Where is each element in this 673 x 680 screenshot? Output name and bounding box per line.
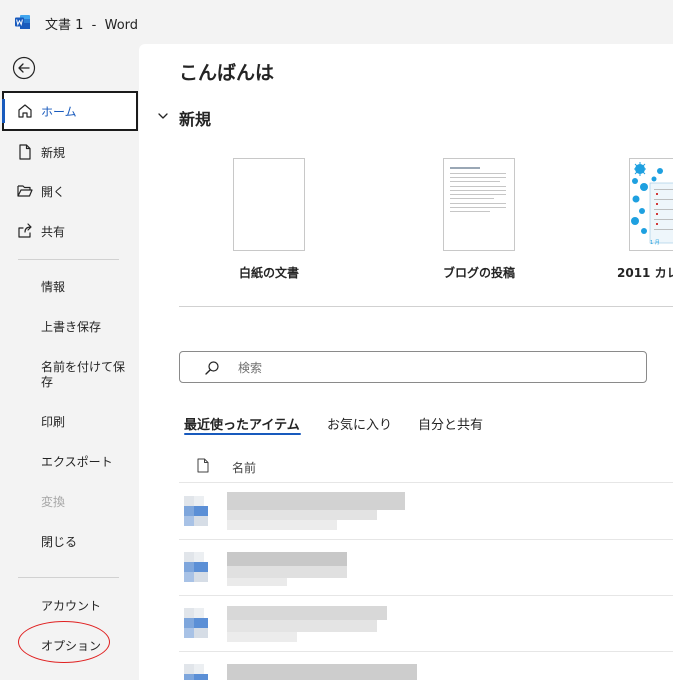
template-2011-calendar[interactable]: 1 月 2011 カレンダー [589, 158, 673, 288]
template-caption: 2011 カレンダー [617, 266, 673, 280]
search-icon [205, 361, 219, 375]
sidebar-item-transform: 変換 [41, 495, 66, 509]
tab-favorites[interactable]: お気に入り [327, 414, 392, 433]
new-section-title: 新規 [179, 110, 212, 129]
document-icon [184, 664, 208, 680]
redacted-text [227, 632, 297, 642]
highlight-oval [18, 621, 110, 663]
redacted-text [227, 620, 377, 632]
list-item[interactable] [179, 658, 673, 680]
list-divider [179, 539, 673, 540]
redacted-text [227, 606, 387, 620]
title-bar: 文書 1 - Word [0, 0, 673, 44]
search-box[interactable] [179, 351, 647, 383]
template-caption: 白紙の文書 [238, 266, 299, 280]
redacted-text [227, 552, 347, 566]
template-blank-document[interactable]: 白紙の文書 [189, 158, 349, 288]
file-type-column-icon [197, 458, 209, 473]
template-thumbnail [443, 158, 515, 251]
list-item[interactable] [179, 602, 673, 658]
sidebar-divider [18, 577, 119, 578]
chevron-down-icon[interactable] [157, 110, 169, 122]
word-app-icon [15, 15, 30, 29]
template-thumbnail: 1 月 [629, 158, 673, 251]
sidebar-item-label: 共有 [41, 225, 66, 239]
sidebar-item-export[interactable]: エクスポート [41, 455, 131, 470]
redacted-text [227, 566, 347, 578]
list-item[interactable] [179, 490, 673, 546]
list-divider [179, 651, 673, 652]
share-icon [18, 223, 32, 238]
calendar-month-label: 1 月 [650, 240, 660, 246]
tab-shared-with-me[interactable]: 自分と共有 [418, 414, 483, 433]
back-arrow-icon[interactable] [12, 56, 36, 80]
sidebar-divider [18, 259, 119, 260]
sidebar-item-label: 開く [41, 185, 66, 199]
redacted-text [227, 664, 417, 680]
redacted-text [227, 492, 405, 510]
open-folder-icon [17, 185, 33, 197]
template-caption: ブログの投稿 [442, 266, 515, 280]
section-divider [179, 306, 673, 307]
redacted-text [227, 520, 337, 530]
active-tab-indicator [184, 433, 301, 435]
sidebar-item-save[interactable]: 上書き保存 [41, 320, 131, 335]
sidebar-item-info[interactable]: 情報 [41, 280, 131, 295]
sidebar-item-label: 新規 [41, 146, 66, 160]
list-divider [179, 482, 673, 483]
sidebar-item-print[interactable]: 印刷 [41, 415, 131, 430]
document-icon [184, 552, 208, 582]
search-input[interactable] [238, 358, 618, 378]
sidebar-item-open[interactable]: 開く [2, 171, 138, 211]
template-thumbnail [233, 158, 305, 251]
document-icon [184, 608, 208, 638]
tab-recent[interactable]: 最近使ったアイテム [184, 414, 300, 433]
window-title: 文書 1 - Word [45, 18, 139, 33]
list-item[interactable] [179, 546, 673, 602]
sidebar-item-label: ホーム [41, 105, 77, 119]
redacted-text [227, 578, 287, 586]
blog-lines-graphic [450, 167, 506, 212]
list-divider [179, 595, 673, 596]
home-icon [18, 104, 32, 118]
main-panel: こんばんは 新規 白紙の文書 ブログの投稿 1 月 2011 カレ 検索 最近使… [139, 44, 673, 680]
greeting-heading: こんばんは [179, 62, 275, 84]
new-document-icon [19, 144, 31, 160]
sidebar-item-new[interactable]: 新規 [2, 132, 138, 172]
sidebar-item-close[interactable]: 閉じる [41, 535, 131, 550]
backstage-sidebar: ホーム 新規 開く 共有 情報 上書き保存 名前を付けて保存 印刷 エクスポート… [0, 44, 139, 680]
redacted-text [227, 510, 377, 520]
sidebar-item-save-as[interactable]: 名前を付けて保存 [41, 360, 125, 390]
sidebar-item-home[interactable]: ホーム [2, 91, 138, 131]
template-blog-post[interactable]: ブログの投稿 [399, 158, 559, 288]
sidebar-item-account[interactable]: アカウント [41, 599, 131, 614]
document-icon [184, 496, 208, 526]
sidebar-item-share[interactable]: 共有 [2, 211, 138, 251]
name-column-header[interactable]: 名前 [232, 459, 256, 476]
calendar-graphic [631, 162, 673, 244]
